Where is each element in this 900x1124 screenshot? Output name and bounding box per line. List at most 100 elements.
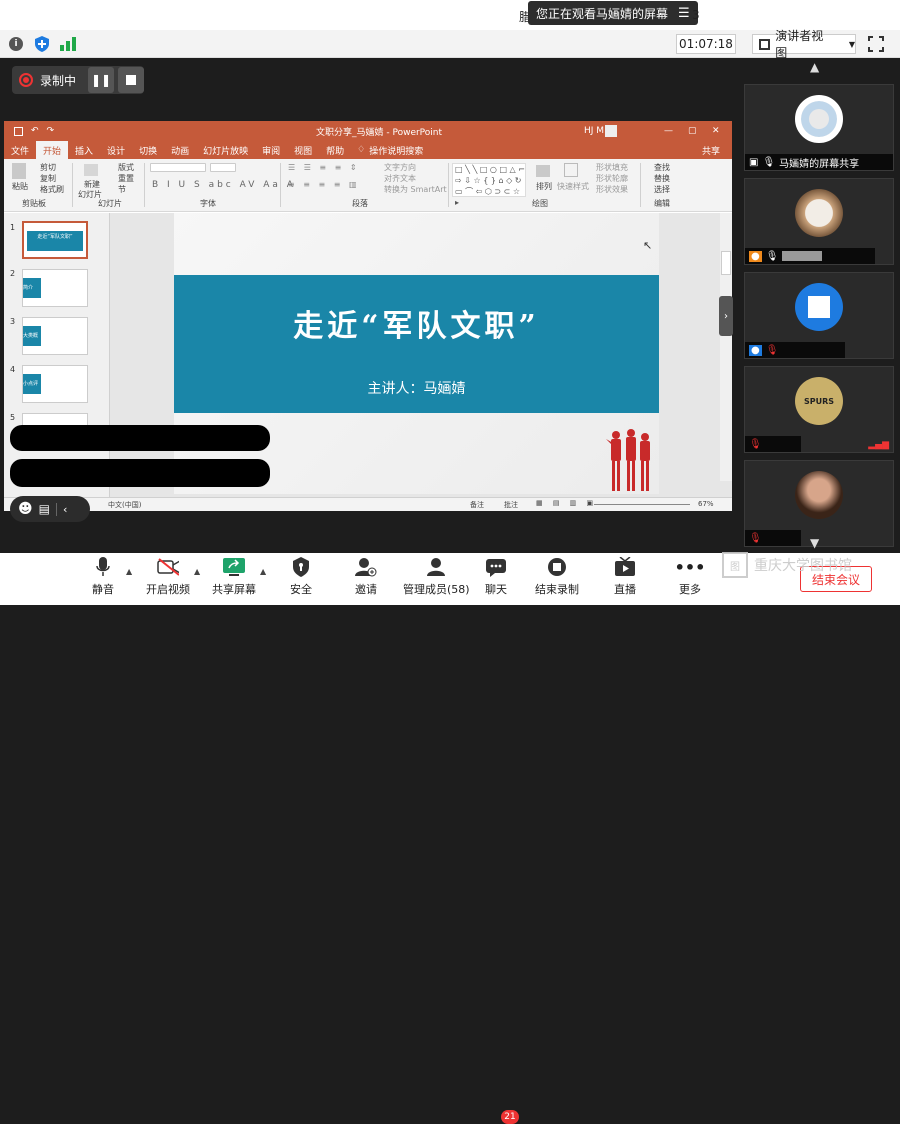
info-icon[interactable]: i bbox=[9, 37, 23, 51]
slide-thumbnail[interactable]: 大类概 bbox=[22, 317, 88, 355]
layout-button[interactable]: 版式 bbox=[118, 162, 134, 173]
new-slide-icon[interactable] bbox=[84, 164, 98, 176]
font-size-select[interactable] bbox=[210, 163, 236, 172]
close-icon[interactable]: ✕ bbox=[712, 126, 720, 136]
participant-tile[interactable]: ▣ 🎙 马婳婧的屏幕共享 bbox=[744, 84, 894, 171]
recording-control: 录制中 ❚❚ bbox=[12, 66, 145, 94]
panel-expand-button[interactable]: › bbox=[719, 296, 733, 336]
replace-button[interactable]: 替换 bbox=[654, 173, 670, 184]
section-button[interactable]: 节 bbox=[118, 184, 126, 195]
thumb-arrow: 大类概 bbox=[23, 326, 41, 346]
view-buttons[interactable]: ▦ ▤ ▥ ▣ bbox=[536, 499, 597, 507]
thumb-number: 5 bbox=[10, 413, 16, 422]
find-button[interactable]: 查找 bbox=[654, 162, 670, 173]
slide-thumbnail[interactable]: 简介 bbox=[22, 269, 88, 307]
menu-item[interactable]: 幻灯片放映 bbox=[196, 144, 255, 157]
more-button[interactable]: ••• 更多 bbox=[675, 557, 706, 597]
menu-item[interactable]: 插入 bbox=[68, 144, 100, 157]
menu-item[interactable]: 视图 bbox=[287, 144, 319, 157]
quick-styles-button[interactable]: 快速样式 bbox=[557, 181, 589, 192]
scroll-up-icon[interactable]: ▲ bbox=[810, 60, 819, 74]
menu-item-active[interactable]: 开始 bbox=[36, 141, 69, 159]
undo-icon[interactable]: ↶ bbox=[31, 126, 39, 136]
paste-button[interactable]: 粘贴 bbox=[12, 181, 28, 192]
reset-button[interactable]: 重置 bbox=[118, 173, 134, 184]
save-icon[interactable] bbox=[14, 126, 23, 136]
live-stream-button[interactable]: 直播 bbox=[614, 557, 636, 597]
scroll-thumb[interactable] bbox=[721, 251, 731, 275]
message-icon[interactable]: ▤ bbox=[39, 502, 50, 516]
zoom-level[interactable]: 67% bbox=[698, 500, 714, 508]
stop-record-icon bbox=[546, 557, 568, 577]
security-button[interactable]: 安全 bbox=[290, 557, 312, 597]
scroll-down-icon[interactable]: ▼ bbox=[810, 536, 819, 550]
manage-participants-button[interactable]: 管理成员(58) bbox=[403, 557, 470, 597]
video-options-caret[interactable]: ▲ bbox=[194, 567, 200, 576]
slide-thumbnail[interactable]: 走近“军队文职” bbox=[22, 221, 88, 259]
quick-styles-icon[interactable] bbox=[564, 163, 578, 177]
smartart-button[interactable]: 转换为 SmartArt bbox=[384, 184, 447, 195]
menu-item[interactable]: 文件 bbox=[4, 144, 36, 157]
audio-options-caret[interactable]: ▲ bbox=[126, 567, 132, 576]
align-text-button[interactable]: 对齐文本 bbox=[384, 173, 416, 184]
stop-recording-button[interactable]: 结束录制 bbox=[535, 557, 579, 597]
select-button[interactable]: 选择 bbox=[654, 184, 670, 195]
library-watermark: 图 重庆大学图书馆 bbox=[722, 552, 852, 578]
align-buttons[interactable]: ≡ ≡ ≡ ≡ ▥ bbox=[288, 180, 360, 189]
paste-icon[interactable] bbox=[12, 163, 26, 179]
shape-effects-button[interactable]: 形状效果 bbox=[596, 184, 628, 195]
menu-item[interactable]: 设计 bbox=[100, 144, 132, 157]
text-direction-button[interactable]: 文字方向 bbox=[384, 162, 416, 173]
comments-button[interactable]: 批注 bbox=[504, 500, 518, 510]
tell-me-search[interactable]: 操作说明搜索 bbox=[369, 144, 423, 157]
stop-recording-button[interactable] bbox=[118, 67, 145, 93]
cut-button[interactable]: 剪切 bbox=[40, 162, 56, 173]
arrange-icon[interactable] bbox=[536, 165, 550, 177]
ribbon-separator bbox=[640, 163, 641, 207]
minimize-icon[interactable]: — bbox=[664, 126, 673, 136]
menu-item[interactable]: 审阅 bbox=[255, 144, 287, 157]
maximize-icon[interactable]: ▢ bbox=[688, 126, 697, 136]
arrange-button[interactable]: 排列 bbox=[536, 181, 552, 192]
font-family-select[interactable] bbox=[150, 163, 206, 172]
start-video-button[interactable]: 开启视频 bbox=[146, 557, 190, 597]
emoji-icon[interactable]: ☻ bbox=[18, 501, 33, 517]
chat-button[interactable]: 聊天 bbox=[485, 557, 507, 597]
share-options-caret[interactable]: ▲ bbox=[260, 567, 266, 576]
participant-tile[interactable]: ● 🎙 bbox=[744, 272, 894, 359]
menu-item[interactable]: 动画 bbox=[164, 144, 196, 157]
pause-recording-button[interactable]: ❚❚ bbox=[88, 67, 115, 93]
fullscreen-icon[interactable] bbox=[868, 36, 884, 52]
zoom-slider[interactable] bbox=[594, 504, 690, 505]
ribbon-separator bbox=[448, 163, 449, 207]
paragraph-buttons[interactable]: ☰ ☰ ≡ ≡ ⇕ bbox=[288, 163, 360, 172]
share-screen-button[interactable]: 共享屏幕 bbox=[212, 557, 256, 597]
menu-item[interactable]: 帮助 bbox=[319, 144, 351, 157]
format-painter-button[interactable]: 格式刷 bbox=[40, 184, 64, 195]
screen-share-banner[interactable]: 您正在观看马婳婧的屏幕 ☰ bbox=[528, 1, 698, 25]
menu-icon[interactable]: ☰ bbox=[678, 6, 690, 21]
invite-button[interactable]: 邀请 bbox=[355, 557, 377, 597]
signal-icon[interactable] bbox=[60, 37, 76, 51]
shield-icon[interactable] bbox=[35, 36, 49, 52]
view-mode-select[interactable]: 演讲者视图 ▼ bbox=[752, 29, 856, 60]
share-button[interactable]: 共享 bbox=[695, 144, 732, 157]
menu-item[interactable]: 切换 bbox=[132, 144, 164, 157]
participant-tile[interactable]: 🎙 bbox=[744, 460, 894, 547]
watermark-text: 重庆大学图书馆 bbox=[754, 558, 852, 574]
font-format-buttons[interactable]: B I U S abc AV Aa A bbox=[152, 180, 296, 190]
mute-button[interactable]: 静音 bbox=[92, 557, 114, 597]
participant-tile[interactable]: SPURS 🎙 ▂▄▆ bbox=[744, 366, 894, 453]
copy-button[interactable]: 复制 bbox=[40, 173, 56, 184]
shape-outline-button[interactable]: 形状轮廓 bbox=[596, 173, 628, 184]
slide-thumbnail[interactable]: 小点评 bbox=[22, 365, 88, 403]
notes-button[interactable]: 备注 bbox=[470, 500, 484, 510]
shapes-gallery[interactable]: □ ╲ ╲ □ ○ □ △ ⌐ ⇨ ⇩ ☆ { } ⌂ ◇ ↻ ▭ ⌒ ⇦ ⬡ ⊃ … bbox=[452, 163, 526, 207]
redo-icon[interactable]: ↷ bbox=[47, 126, 55, 136]
collapse-chat-icon[interactable]: ‹ bbox=[55, 502, 67, 516]
participant-tile[interactable]: ● 🎙 bbox=[744, 178, 894, 265]
vertical-scrollbar[interactable] bbox=[720, 213, 732, 481]
current-slide[interactable]: 走近“军队文职” 主讲人：马婳婧 ↖ bbox=[174, 213, 659, 494]
shape-fill-button[interactable]: 形状填充 bbox=[596, 162, 628, 173]
ppt-title-bar: ↶ ↷ 文职分享_马婳婧 - PowerPoint HJ M — ▢ ✕ bbox=[4, 121, 732, 141]
